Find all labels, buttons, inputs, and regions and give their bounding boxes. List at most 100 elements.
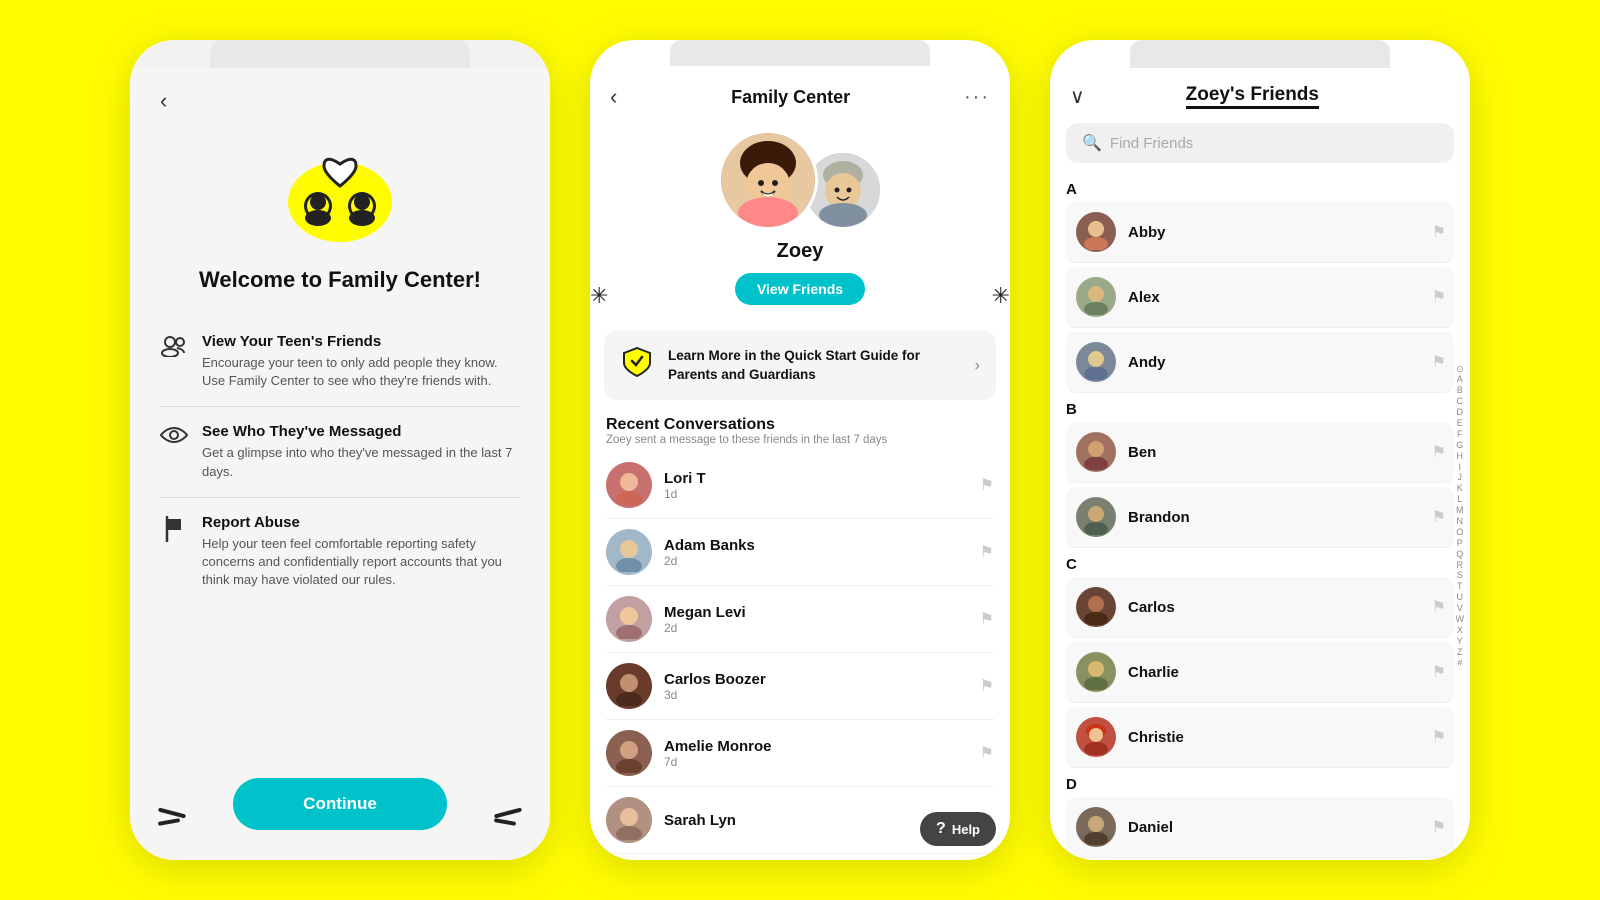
- carlos-flag-icon: ⚑: [980, 676, 994, 696]
- megan-name: Megan Levi: [664, 604, 968, 621]
- adam-info: Adam Banks 2d: [664, 537, 968, 568]
- help-button[interactable]: ? Help: [920, 812, 996, 846]
- zoey-name: Zoey: [590, 240, 1010, 263]
- amelie-avatar: [606, 730, 652, 776]
- phone-welcome: ‹ Welcome to Family Center!: [130, 40, 550, 860]
- christie-avatar: [1076, 717, 1116, 757]
- megan-time: 2d: [664, 621, 968, 635]
- feature-abuse-text: Report Abuse Help your teen feel comfort…: [202, 514, 520, 590]
- alpha-index: ⊙ A B C D E F G H I J K L M N O P Q R S …: [1456, 365, 1465, 669]
- adam-time: 2d: [664, 554, 968, 568]
- charlie-avatar: [1076, 652, 1116, 692]
- friend-brandon[interactable]: Brandon ⚑: [1066, 487, 1454, 548]
- friend-andy[interactable]: Andy ⚑: [1066, 332, 1454, 393]
- back-button[interactable]: ‹: [160, 88, 167, 114]
- phone-top-bar-3: [1130, 40, 1390, 68]
- recent-conversations-section: Recent Conversations Zoey sent a message…: [590, 412, 1010, 860]
- daniel-avatar: [1076, 807, 1116, 847]
- amelie-flag-icon: ⚑: [980, 743, 994, 763]
- section-label-a: A: [1066, 181, 1454, 198]
- feature-view-friends: View Your Teen's Friends Encourage your …: [160, 317, 520, 407]
- adam-name: Adam Banks: [664, 537, 968, 554]
- section-c: C Carlos ⚑: [1066, 556, 1454, 768]
- megan-flag-icon: ⚑: [980, 609, 994, 629]
- help-label: Help: [952, 822, 980, 837]
- amelie-info: Amelie Monroe 7d: [664, 738, 968, 769]
- friend-daniel[interactable]: Daniel ⚑: [1066, 797, 1454, 858]
- lori-time: 1d: [664, 487, 968, 501]
- alex-flag-icon: ⚑: [1432, 287, 1446, 307]
- flag-icon: [160, 516, 188, 548]
- back-button-2[interactable]: ‹: [610, 84, 617, 110]
- more-options-button[interactable]: ···: [964, 86, 990, 109]
- decorative-row: ✳ View Friends ✳: [590, 273, 1010, 319]
- brandon-avatar: [1076, 497, 1116, 537]
- ben-flag-icon: ⚑: [1432, 442, 1446, 462]
- carlos-f-flag-icon: ⚑: [1432, 597, 1446, 617]
- find-friends-input[interactable]: Find Friends: [1110, 135, 1193, 152]
- zoey-avatar: [718, 130, 818, 230]
- friends-header: ∨ Zoey's Friends: [1050, 68, 1470, 119]
- phone-top-bar: [210, 40, 470, 68]
- welcome-title: Welcome to Family Center!: [199, 267, 481, 293]
- conv-megan[interactable]: Megan Levi 2d ⚑: [606, 586, 994, 653]
- ghost-lines-right: [494, 811, 522, 824]
- alex-name: Alex: [1128, 289, 1420, 306]
- sarah-avatar: [606, 797, 652, 843]
- snowflake-right: ✳: [992, 283, 1010, 309]
- ghost-lines-left: [158, 811, 186, 824]
- chevron-down-button[interactable]: ∨: [1070, 84, 1085, 109]
- lori-avatar: [606, 462, 652, 508]
- friend-christie[interactable]: Christie ⚑: [1066, 707, 1454, 768]
- christie-name: Christie: [1128, 729, 1420, 746]
- quick-start-text: Learn More in the Quick Start Guide for …: [668, 347, 963, 383]
- phone-top-bar-2: [670, 40, 930, 66]
- megan-info: Megan Levi 2d: [664, 604, 968, 635]
- conv-carlos[interactable]: Carlos Boozer 3d ⚑: [606, 653, 994, 720]
- help-circle-icon: ?: [936, 820, 946, 838]
- conv-amelie[interactable]: Amelie Monroe 7d ⚑: [606, 720, 994, 787]
- carlos-f-name: Carlos: [1128, 599, 1420, 616]
- friend-ben[interactable]: Ben ⚑: [1066, 422, 1454, 483]
- carlos-avatar: [606, 663, 652, 709]
- snowflake-left: ✳: [590, 283, 608, 309]
- christie-flag-icon: ⚑: [1432, 727, 1446, 747]
- daniel-name: Daniel: [1128, 819, 1420, 836]
- quick-start-arrow-icon: ›: [975, 357, 980, 375]
- friend-alex[interactable]: Alex ⚑: [1066, 267, 1454, 328]
- view-friends-button[interactable]: View Friends: [735, 273, 865, 305]
- friend-charlie[interactable]: Charlie ⚑: [1066, 642, 1454, 703]
- amelie-name: Amelie Monroe: [664, 738, 968, 755]
- megan-avatar: [606, 596, 652, 642]
- section-d: D Daniel ⚑: [1066, 776, 1454, 860]
- recent-subtitle: Zoey sent a message to these friends in …: [606, 434, 994, 446]
- daniel-flag-icon: ⚑: [1432, 817, 1446, 837]
- continue-button[interactable]: Continue: [233, 778, 447, 830]
- section-label-d: D: [1066, 776, 1454, 793]
- shield-icon: [620, 345, 656, 386]
- family-center-header: ‹ Family Center ···: [590, 66, 1010, 120]
- family-icon: [280, 134, 400, 249]
- eye-icon: [160, 425, 188, 451]
- quick-start-card[interactable]: Learn More in the Quick Start Guide for …: [604, 331, 996, 400]
- ben-name: Ben: [1128, 444, 1420, 461]
- adam-avatar: [606, 529, 652, 575]
- lori-flag-icon: ⚑: [980, 475, 994, 495]
- section-b: B Ben ⚑: [1066, 401, 1454, 548]
- conv-lori[interactable]: Lori T 1d ⚑: [606, 452, 994, 519]
- amelie-time: 7d: [664, 755, 968, 769]
- conv-adam[interactable]: Adam Banks 2d ⚑: [606, 519, 994, 586]
- carlos-f-avatar: [1076, 587, 1116, 627]
- feature-messages-text: See Who They've Messaged Get a glimpse i…: [202, 423, 520, 480]
- abby-avatar: [1076, 212, 1116, 252]
- friend-carlos[interactable]: Carlos ⚑: [1066, 577, 1454, 638]
- alex-avatar: [1076, 277, 1116, 317]
- friend-abby[interactable]: Abby ⚑: [1066, 202, 1454, 263]
- carlos-info: Carlos Boozer 3d: [664, 671, 968, 702]
- friends-list: ⊙ A B C D E F G H I J K L M N O P Q R S …: [1050, 173, 1470, 860]
- friends-icon: [160, 335, 188, 363]
- carlos-time: 3d: [664, 688, 968, 702]
- feature-list: View Your Teen's Friends Encourage your …: [160, 317, 520, 605]
- search-bar[interactable]: 🔍 Find Friends: [1066, 123, 1454, 163]
- phone-bottom: Continue: [130, 758, 550, 860]
